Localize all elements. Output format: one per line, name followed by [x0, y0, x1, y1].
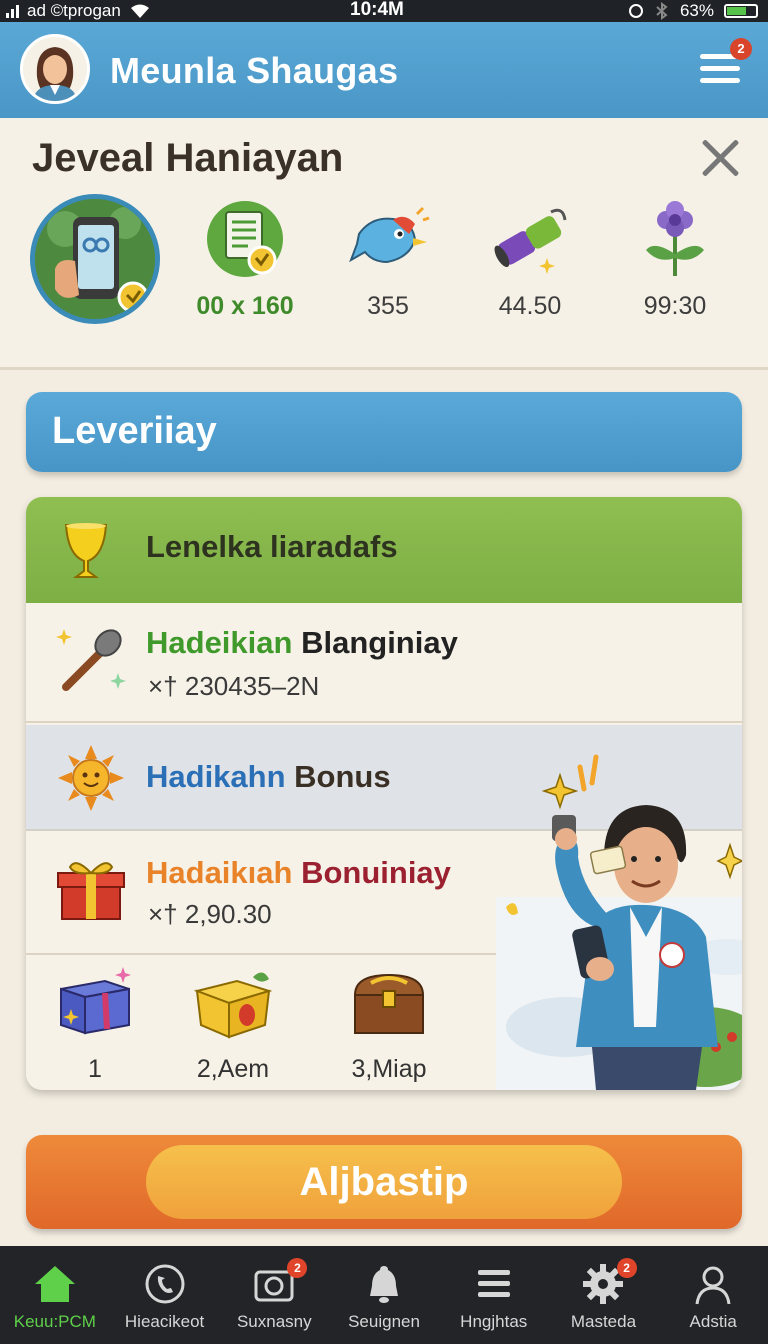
yellow-gift-icon — [193, 967, 273, 1039]
battery-label: 63% — [679, 1, 714, 20]
nav-item-home[interactable]: Keuu:PCM — [0, 1246, 110, 1344]
cta-bar: Aljbastip — [26, 1135, 742, 1229]
stat-value: 44.50 — [498, 292, 562, 320]
prize-label: 1 — [88, 1055, 102, 1083]
battery-tube-icon — [485, 194, 575, 284]
phone-in-hand-icon — [30, 194, 160, 324]
battery-icon — [724, 4, 758, 18]
primary-action-button[interactable]: Aljbastip — [146, 1145, 622, 1219]
nav-label: Masteda — [570, 1312, 637, 1331]
reward-title: Hadikahn Bonus — [146, 759, 391, 794]
nav-label: Hngjhtas — [460, 1312, 528, 1331]
menu-badge: 2 — [730, 38, 752, 60]
header-title: Meunla Shaugas — [110, 50, 399, 91]
nav-item-calls[interactable]: Hieacikeot — [110, 1246, 220, 1344]
trophy-icon — [62, 521, 110, 581]
prize-label: 2,Aem — [196, 1055, 270, 1083]
status-bar: ad ©tprogan 10:4M 63% — [0, 0, 768, 22]
prize-label: 3,Miap — [351, 1055, 427, 1083]
section-header[interactable]: Leveriiay — [26, 392, 742, 472]
list-icon — [477, 1270, 510, 1297]
nav-label: Suxnasny — [236, 1312, 312, 1331]
nav-label: Adstia — [689, 1312, 737, 1331]
bird-icon — [343, 194, 433, 284]
stat-value: 99:30 — [643, 292, 707, 320]
brush-icon — [56, 623, 126, 693]
reward-row[interactable]: Hadeikian Blanginiay ×† 230435–2N — [26, 603, 742, 723]
profile-name: Jeveal Haniayan — [32, 136, 344, 180]
bottom-nav: Keuu:PCM Hieacikeot 2 Suxnasny Seuignen … — [0, 1246, 768, 1344]
stat-flower[interactable]: 99:30 — [615, 194, 735, 321]
phone-icon — [145, 1264, 185, 1304]
treasure-chest-icon — [349, 967, 429, 1039]
profile-panel: Jeveal Haniayan 00 x 160 355 44.50 99:30 — [0, 118, 768, 370]
nav-badge: 2 — [616, 1258, 637, 1278]
avatar[interactable] — [20, 34, 90, 104]
rewards-header: Lenelka liaradafs — [26, 497, 742, 603]
gift-box-icon — [55, 967, 135, 1039]
nav-label: Keuu:PCM — [13, 1312, 96, 1331]
nav-badge: 2 — [287, 1258, 308, 1278]
stat-checklist[interactable]: 00 x 160 — [185, 194, 305, 321]
bell-icon — [370, 1266, 399, 1303]
reward-title: Hadeikian Blanginiay — [146, 625, 458, 660]
gift-icon — [56, 853, 126, 923]
signal-icon — [6, 4, 19, 18]
menu-icon[interactable] — [700, 54, 740, 88]
prize-item[interactable]: 3,Miap — [334, 967, 444, 1084]
sun-icon — [56, 743, 126, 813]
user-icon — [695, 1266, 731, 1305]
character-illustration — [496, 747, 742, 1090]
clock: 10:4M — [350, 0, 404, 20]
stat-battery[interactable]: 44.50 — [470, 194, 590, 321]
nav-label: Seuignen — [348, 1312, 420, 1331]
checklist-icon — [200, 194, 290, 284]
nav-item-notifications[interactable]: Seuignen — [329, 1246, 439, 1344]
stat-value: 00 x 160 — [196, 292, 294, 320]
home-icon — [34, 1266, 75, 1302]
reward-amount: ×† 230435–2N — [148, 671, 320, 701]
nav-item-settings[interactable]: 2 Masteda — [549, 1246, 659, 1344]
nav-item-profile[interactable]: Adstia — [658, 1246, 768, 1344]
prize-item[interactable]: 2,Aem — [178, 967, 288, 1084]
flower-icon — [630, 194, 720, 284]
stat-value: 355 — [367, 292, 409, 320]
rewards-card: Lenelka liaradafs Hadeikian Blanginiay ×… — [26, 497, 742, 1090]
stat-bird[interactable]: 355 — [328, 194, 448, 321]
rewards-header-title: Lenelka liaradafs — [146, 529, 398, 564]
nav-label: Hieacikeot — [124, 1312, 205, 1331]
nav-item-list[interactable]: Hngjhtas — [439, 1246, 549, 1344]
reward-title: Hadaikıah Bonuiniay — [146, 855, 451, 890]
nav-item-camera[interactable]: 2 Suxnasny — [219, 1246, 329, 1344]
carrier-label: ad ©tprogan — [27, 1, 121, 20]
wifi-icon — [130, 4, 149, 18]
sync-icon — [628, 4, 643, 18]
bluetooth-icon — [656, 2, 668, 20]
section-title: Leveriiay — [52, 410, 217, 452]
app-header: Meunla Shaugas 2 — [0, 22, 768, 118]
prize-list: 1 2,Aem 3,Miap — [26, 955, 486, 1090]
reward-amount: ×† 2,90.30 — [148, 899, 272, 929]
close-icon[interactable] — [698, 136, 742, 180]
prize-item[interactable]: 1 — [40, 967, 150, 1084]
